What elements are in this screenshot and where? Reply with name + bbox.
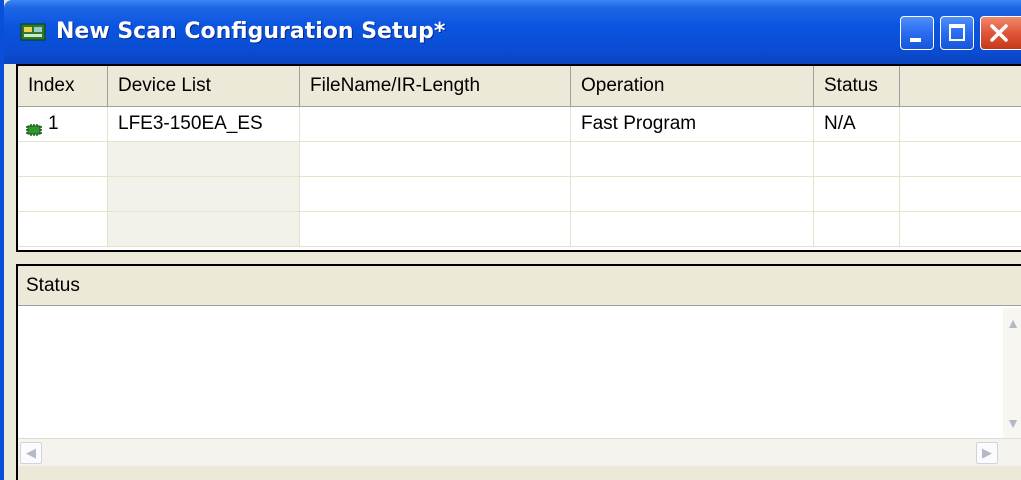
- window-title: New Scan Configuration Setup*: [56, 19, 446, 44]
- cell-empty: [900, 212, 1021, 246]
- cell-empty: [18, 177, 108, 211]
- close-button[interactable]: [980, 16, 1021, 50]
- status-panel: Status ▲ ▼ ◀ ▶: [16, 264, 1021, 480]
- table-row-empty[interactable]: [18, 177, 1021, 212]
- cell-empty: [18, 142, 108, 176]
- maximize-icon: [949, 24, 965, 41]
- chip-board-icon: [20, 22, 46, 42]
- minimize-button[interactable]: [900, 16, 934, 50]
- title-bar[interactable]: New Scan Configuration Setup*: [4, 0, 1021, 64]
- column-header-device-list[interactable]: Device List: [108, 66, 300, 106]
- table-header: Index Device List FileName/IR-Length Ope…: [18, 66, 1021, 107]
- scroll-left-icon[interactable]: ◀: [20, 442, 42, 464]
- cell-device[interactable]: LFE3-150EA_ES: [108, 107, 300, 141]
- cell-empty: [300, 177, 571, 211]
- row-index: 1: [48, 113, 59, 134]
- scroll-right-icon[interactable]: ▶: [976, 442, 998, 464]
- column-header-status[interactable]: Status: [814, 66, 900, 106]
- cell-index: 1: [18, 107, 108, 141]
- cell-empty: [814, 142, 900, 176]
- cell-empty: [571, 142, 814, 176]
- cell-empty: [571, 177, 814, 211]
- status-panel-title: Status: [18, 266, 1021, 306]
- cell-empty: [814, 177, 900, 211]
- scroll-up-icon[interactable]: ▲: [1003, 312, 1021, 334]
- cell-empty: [108, 212, 300, 246]
- horizontal-scrollbar[interactable]: ◀ ▶: [18, 438, 1021, 467]
- close-icon: [988, 22, 1010, 49]
- column-header-empty: [900, 66, 1021, 106]
- cell-empty: [108, 177, 300, 211]
- cell-filename[interactable]: [300, 107, 571, 141]
- minimize-icon: [910, 38, 921, 42]
- vertical-scrollbar[interactable]: ▲ ▼: [1003, 308, 1021, 438]
- cell-empty: [300, 212, 571, 246]
- cell-empty: [108, 142, 300, 176]
- device-table: Index Device List FileName/IR-Length Ope…: [16, 64, 1021, 252]
- cell-operation[interactable]: Fast Program: [571, 107, 814, 141]
- table-body: 1 LFE3-150EA_ES Fast Program N/A: [18, 107, 1021, 247]
- cell-empty: [900, 177, 1021, 211]
- column-header-index[interactable]: Index: [18, 66, 108, 106]
- column-header-operation[interactable]: Operation: [571, 66, 814, 106]
- cell-empty: [300, 142, 571, 176]
- window-bottom-edge: [18, 466, 1021, 480]
- table-row-empty[interactable]: [18, 142, 1021, 177]
- table-row-empty[interactable]: [18, 212, 1021, 247]
- scroll-down-icon[interactable]: ▼: [1003, 412, 1021, 434]
- cell-empty: [900, 107, 1021, 141]
- cell-empty: [814, 212, 900, 246]
- cell-empty: [900, 142, 1021, 176]
- maximize-button[interactable]: [940, 16, 974, 50]
- column-header-filename[interactable]: FileName/IR-Length: [300, 66, 571, 106]
- cell-empty: [18, 212, 108, 246]
- chip-icon: [24, 116, 44, 136]
- table-row[interactable]: 1 LFE3-150EA_ES Fast Program N/A: [18, 107, 1021, 142]
- main-window: New Scan Configuration Setup* Index Devi…: [0, 0, 1021, 480]
- cell-empty: [571, 212, 814, 246]
- cell-status: N/A: [814, 107, 900, 141]
